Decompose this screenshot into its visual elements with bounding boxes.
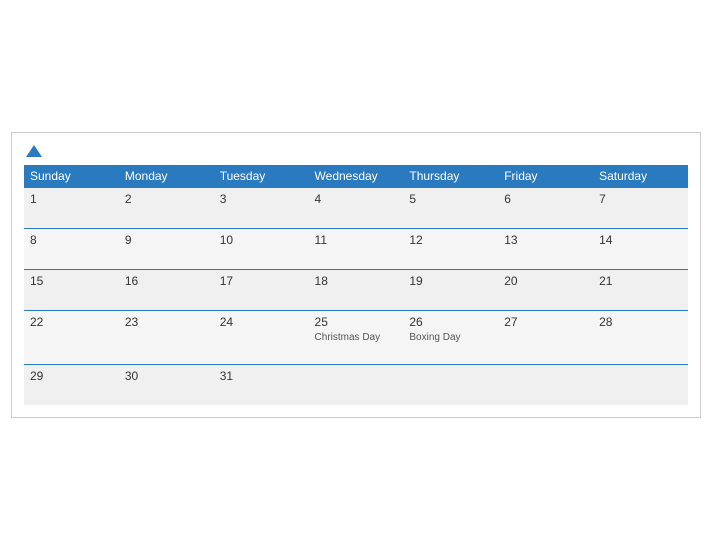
calendar-cell: 19: [403, 270, 498, 311]
day-number: 3: [220, 192, 303, 206]
day-number: 5: [409, 192, 492, 206]
calendar-cell: 2: [119, 188, 214, 229]
day-number: 14: [599, 233, 682, 247]
calendar-week-row: 89 10 11 12 13 14: [24, 229, 688, 270]
day-number: 9: [125, 233, 208, 247]
col-saturday: Saturday: [593, 165, 688, 188]
calendar-cell: 3: [214, 188, 309, 229]
holiday-label: Boxing Day: [409, 331, 492, 344]
calendar-cell: 27: [498, 311, 593, 365]
calendar-cell: 13: [498, 229, 593, 270]
day-number: 2: [125, 192, 208, 206]
day-number: 13: [504, 233, 587, 247]
logo-blue-row: [24, 143, 42, 159]
day-number: 21: [599, 274, 682, 288]
day-number: 19: [409, 274, 492, 288]
calendar-cell: [593, 365, 688, 406]
calendar-week-row: 22 23 24 25 Christmas Day 26 Boxing Day 27 28: [24, 311, 688, 365]
day-number: 7: [599, 192, 682, 206]
calendar-cell: 9: [119, 229, 214, 270]
calendar-cell: 12: [403, 229, 498, 270]
day-number: 16: [125, 274, 208, 288]
day-number: 29: [30, 369, 113, 383]
day-number: 31: [220, 369, 303, 383]
calendar-cell: 22: [24, 311, 119, 365]
calendar-week-row: 29 30 31: [24, 365, 688, 406]
calendar-cell: 5: [403, 188, 498, 229]
calendar-cell: [309, 365, 404, 406]
day-number: 27: [504, 315, 587, 329]
day-number: 30: [125, 369, 208, 383]
holiday-label: Christmas Day: [315, 331, 398, 344]
calendar-cell: 23: [119, 311, 214, 365]
calendar-cell: 16: [119, 270, 214, 311]
calendar-cell: 1: [24, 188, 119, 229]
calendar-cell: 15: [24, 270, 119, 311]
day-number: 28: [599, 315, 682, 329]
col-tuesday: Tuesday: [214, 165, 309, 188]
logo: [24, 143, 42, 159]
day-number: 24: [220, 315, 303, 329]
day-number: 12: [409, 233, 492, 247]
calendar-header: [24, 143, 688, 159]
calendar-cell: [403, 365, 498, 406]
calendar-cell: 31: [214, 365, 309, 406]
calendar-cell: 24: [214, 311, 309, 365]
col-sunday: Sunday: [24, 165, 119, 188]
col-thursday: Thursday: [403, 165, 498, 188]
calendar-cell: 7: [593, 188, 688, 229]
calendar-cell: 25 Christmas Day: [309, 311, 404, 365]
col-friday: Friday: [498, 165, 593, 188]
col-wednesday: Wednesday: [309, 165, 404, 188]
day-number: 15: [30, 274, 113, 288]
day-number: 25: [315, 315, 398, 329]
calendar-cell: 11: [309, 229, 404, 270]
calendar-cell: 30: [119, 365, 214, 406]
day-number: 26: [409, 315, 492, 329]
calendar-cell: 21: [593, 270, 688, 311]
day-number: 8: [30, 233, 113, 247]
calendar-cell: 20: [498, 270, 593, 311]
calendar-cell: 6: [498, 188, 593, 229]
day-number: 1: [30, 192, 113, 206]
calendar-cell: 18: [309, 270, 404, 311]
day-number: 6: [504, 192, 587, 206]
calendar-cell: 4: [309, 188, 404, 229]
weekday-header-row: Sunday Monday Tuesday Wednesday Thursday…: [24, 165, 688, 188]
calendar-cell: 14: [593, 229, 688, 270]
day-number: 11: [315, 233, 398, 247]
day-number: 20: [504, 274, 587, 288]
calendar-cell: 8: [24, 229, 119, 270]
day-number: 10: [220, 233, 303, 247]
calendar-week-row: 1234567: [24, 188, 688, 229]
day-number: 22: [30, 315, 113, 329]
calendar-table: Sunday Monday Tuesday Wednesday Thursday…: [24, 165, 688, 405]
calendar-cell: 28: [593, 311, 688, 365]
calendar-cell: [498, 365, 593, 406]
day-number: 23: [125, 315, 208, 329]
calendar-cell: 29: [24, 365, 119, 406]
calendar-cell: 10: [214, 229, 309, 270]
col-monday: Monday: [119, 165, 214, 188]
logo-triangle-icon: [26, 145, 42, 157]
calendar-container: Sunday Monday Tuesday Wednesday Thursday…: [11, 132, 701, 418]
day-number: 17: [220, 274, 303, 288]
calendar-cell: 17: [214, 270, 309, 311]
day-number: 18: [315, 274, 398, 288]
calendar-cell: 26 Boxing Day: [403, 311, 498, 365]
day-number: 4: [315, 192, 398, 206]
calendar-week-row: 15 16 17 18 19 20 21: [24, 270, 688, 311]
